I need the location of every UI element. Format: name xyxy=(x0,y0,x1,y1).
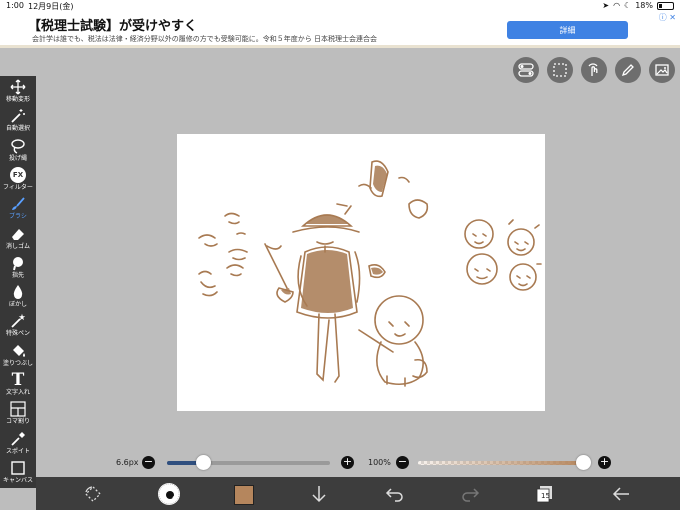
redo-icon[interactable] xyxy=(457,481,483,507)
wifi-icon: ◠ xyxy=(613,1,621,10)
battery-percent: 18% xyxy=(635,1,653,10)
tool-frame-divide[interactable]: コマ割り xyxy=(0,400,36,430)
special-pen-icon xyxy=(8,312,28,330)
fill-icon xyxy=(8,342,28,360)
tool-eraser[interactable]: 消しゴム xyxy=(0,225,36,255)
ad-info-icon[interactable]: ⓘ ✕ xyxy=(659,12,676,23)
eyedropper-icon xyxy=(8,430,28,448)
left-toolbar: 移動変形自動選択投げ縄 FX フィルターブラシ消しゴム指先ぼかし特殊ペン塗りつぶし T… xyxy=(0,76,36,488)
undo-icon[interactable] xyxy=(382,481,408,507)
download-arrow-icon[interactable] xyxy=(306,481,332,507)
tool-special-pen[interactable]: 特殊ペン xyxy=(0,312,36,342)
selection-icon[interactable] xyxy=(547,57,573,83)
brush-size-knob[interactable] xyxy=(195,455,211,470)
move-icon xyxy=(8,78,28,96)
text-icon: T xyxy=(11,369,25,390)
tool-fill[interactable]: 塗りつぶし xyxy=(0,342,36,372)
brush-size-minus-button[interactable]: − xyxy=(142,456,155,469)
ad-banner[interactable]: 【税理士試験】が受けやすく 会計学は誰でも、税法は法律・経済分野以外の履修の方で… xyxy=(0,12,680,48)
tool-label: コマ割り xyxy=(5,418,30,426)
opacity-knob[interactable] xyxy=(576,455,591,470)
gesture-icon[interactable] xyxy=(581,57,607,83)
layer-count: 15 xyxy=(541,492,550,500)
brush-size-label: 6.6px xyxy=(116,458,139,467)
tool-magic-wand[interactable]: 自動選択 xyxy=(0,107,36,137)
opacity-label: 100% xyxy=(368,458,391,467)
eraser-icon xyxy=(8,225,28,243)
tool-lasso[interactable]: 投げ縄 xyxy=(0,137,36,167)
color-swatch-button[interactable] xyxy=(234,485,254,505)
status-right: ➤ ◠ ☾ 18% xyxy=(602,1,674,10)
tool-canvas[interactable]: キャンバス xyxy=(0,459,36,489)
tool-label: 文字入れ xyxy=(5,389,30,396)
drawing-canvas[interactable] xyxy=(177,134,545,411)
tool-text[interactable]: T 文字入れ xyxy=(0,371,36,401)
tool-move[interactable]: 移動変形 xyxy=(0,78,36,108)
tool-label: 消しゴム xyxy=(5,242,30,250)
fx-icon: FX xyxy=(8,166,28,184)
tool-blur[interactable]: ぼかし xyxy=(0,283,36,313)
tool-label: スポイト xyxy=(5,447,30,455)
location-icon: ➤ xyxy=(602,1,610,10)
opacity-minus-button[interactable]: − xyxy=(396,456,409,469)
image-icon[interactable] xyxy=(649,57,675,83)
tool-finger[interactable]: 指先 xyxy=(0,254,36,284)
tool-label: 投げ縄 xyxy=(8,154,27,162)
opacity-plus-button[interactable]: + xyxy=(598,456,611,469)
tool-label: 自動選択 xyxy=(5,125,30,133)
tool-label: ぼかし xyxy=(8,301,27,309)
ad-text: 会計学は誰でも、税法は法律・経済分野以外の履修の方でも受験可能に。令和５年度から… xyxy=(32,35,378,43)
brush-size-small: 6 xyxy=(172,495,177,503)
pen-edit-icon[interactable] xyxy=(615,57,641,83)
canvas-icon xyxy=(8,459,28,477)
rotate-canvas-icon[interactable] xyxy=(80,481,106,507)
brush-size-plus-button[interactable]: + xyxy=(341,456,354,469)
lasso-icon xyxy=(8,137,28,155)
frame-divide-icon xyxy=(8,400,28,418)
finger-icon xyxy=(8,254,28,272)
status-bar: 1:00 12月9日(金) ➤ ◠ ☾ 18% xyxy=(0,0,680,12)
tool-label: キャンバス xyxy=(2,476,33,484)
ad-title: 【税理士試験】が受けやすく xyxy=(28,19,198,34)
toggle-icon[interactable] xyxy=(513,57,539,83)
tool-fx[interactable]: FX フィルター xyxy=(0,166,36,196)
tool-label: 移動変形 xyxy=(5,96,30,103)
opacity-track[interactable] xyxy=(418,461,586,465)
tool-label: 特殊ペン xyxy=(5,330,30,338)
tool-eyedropper[interactable]: スポイト xyxy=(0,430,36,460)
back-arrow-icon[interactable] xyxy=(608,481,634,507)
blur-icon xyxy=(8,283,28,301)
magic-wand-icon xyxy=(8,107,28,125)
sketch-artwork xyxy=(198,160,542,387)
brush-icon xyxy=(8,195,28,213)
ad-detail-button[interactable]: 詳細 xyxy=(507,21,628,39)
layers-icon[interactable]: 15 xyxy=(532,481,558,507)
status-date: 12月9日(金) xyxy=(28,2,74,11)
tool-brush[interactable]: ブラシ xyxy=(0,195,36,225)
tool-label: 指先 xyxy=(11,271,24,279)
tool-label: 塗りつぶし xyxy=(2,359,34,367)
moon-icon: ☾ xyxy=(624,1,632,10)
status-time: 1:00 xyxy=(6,1,24,10)
tool-label: ブラシ xyxy=(9,213,27,221)
tool-label: フィルター xyxy=(3,183,33,191)
brush-preview-icon[interactable]: 6 xyxy=(156,481,182,507)
bottom-bar: 6 15 xyxy=(36,477,680,510)
battery-icon xyxy=(657,1,674,10)
brush-size-track[interactable] xyxy=(167,461,330,465)
